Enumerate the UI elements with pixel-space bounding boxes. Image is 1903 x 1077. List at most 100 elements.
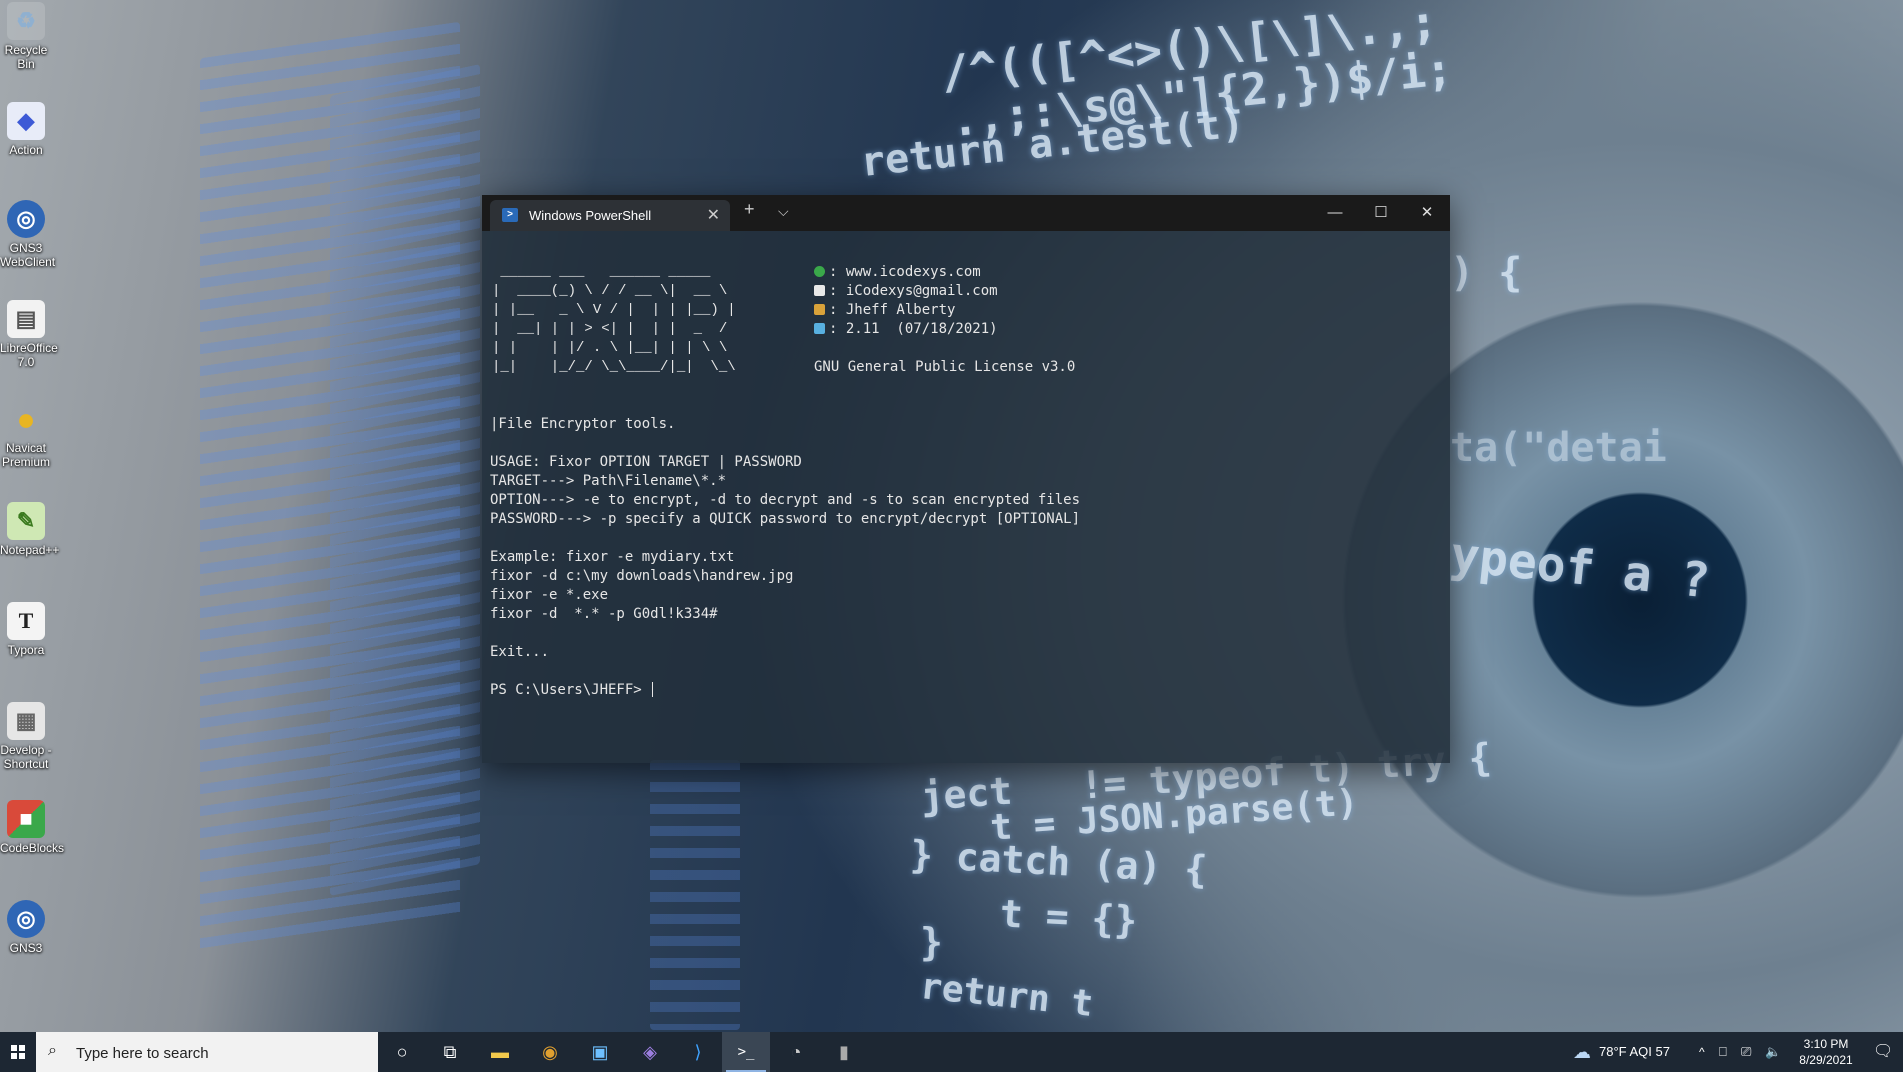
terminal-icon: >_ <box>737 1044 755 1060</box>
taskbar: ⌕ ○ ⧉ ▬ ◉ ▣ ◈ ⟩ >_ ◔ ▮ ☁ 78°F AQI 57 ^ ⎕… <box>0 1032 1903 1072</box>
taskbar-search[interactable]: ⌕ <box>36 1032 378 1072</box>
desktop-icon-typora[interactable]: T Typora <box>0 602 52 657</box>
globe-icon <box>814 266 825 277</box>
background-code: ) { <box>1450 250 1523 296</box>
app-misc-icon: ▮ <box>839 1041 849 1062</box>
chevron-down-icon[interactable]: ⌵ <box>778 203 789 220</box>
taskbar-app-n[interactable]: ▣ <box>576 1032 624 1072</box>
maximize-button[interactable]: ☐ <box>1358 195 1404 231</box>
output-line: fixor -d c:\my downloads\handrew.jpg <box>490 568 794 584</box>
desktop-icon-label: Notepad++ <box>0 543 60 557</box>
notification-icon[interactable]: 🗨 <box>1873 1032 1893 1072</box>
desktop-icon-recycle-bin[interactable]: ♻ Recycle Bin <box>0 2 52 71</box>
close-tab-icon[interactable]: ✕ <box>707 205 720 225</box>
cortana-icon: ○ <box>396 1041 408 1062</box>
document-icon: ▦ <box>7 702 45 740</box>
desktop-icon-libreoffice[interactable]: ▤ LibreOffice 7.0 <box>0 300 58 369</box>
weather-text[interactable]: 78°F AQI 57 <box>1599 1032 1670 1072</box>
taskbar-app-chrome[interactable]: ◉ <box>526 1032 574 1072</box>
taskbar-app-file-explorer[interactable]: ▬ <box>476 1032 524 1072</box>
taskbar-app-misc[interactable]: ▮ <box>820 1032 868 1072</box>
output-line: fixor -d *.* -p G0dl!k334# <box>490 606 718 622</box>
document-icon: ▤ <box>7 300 45 338</box>
output-line: Exit... <box>490 644 550 660</box>
clock[interactable]: 3:10 PM 8/29/2021 <box>1791 1032 1861 1076</box>
background-code: ypeof a ? <box>1447 526 1713 610</box>
output-line: PASSWORD---> -p specify a QUICK password… <box>490 511 1081 527</box>
info-line-website: : www.icodexys.com <box>814 263 1075 282</box>
desktop-icon-label: LibreOffice 7.0 <box>0 341 58 369</box>
output-line: |File Encryptor tools. <box>490 416 676 432</box>
ascii-logo: ______ ___ ______ _____ | ____(_) \ / / … <box>492 264 736 375</box>
action-icon: ◆ <box>7 102 45 140</box>
typora-icon: T <box>7 602 45 640</box>
power-icon[interactable]: ⎕ <box>1719 1032 1727 1072</box>
output-line: Example: fixor -e mydiary.txt <box>490 549 735 565</box>
info-line-version: : 2.11 (07/18/2021) <box>814 320 1075 339</box>
output-line: OPTION---> -e to encrypt, -d to decrypt … <box>490 492 1081 508</box>
powershell-icon: > <box>502 208 518 222</box>
desktop-icon-gns3[interactable]: ◎ GNS3 <box>0 900 52 955</box>
clock-date: 8/29/2021 <box>1799 1053 1853 1067</box>
powershell-window[interactable]: > Windows PowerShell ✕ + ⌵ — ☐ ✕ ______ … <box>482 195 1450 763</box>
desktop: /^(([^<>()\[\]\.,; .,;:\s@\"]{2,})$/i; r… <box>0 0 1903 1032</box>
desktop-icon-label: Action <box>9 143 43 157</box>
taskbar-app-obs[interactable]: ◔ <box>772 1032 820 1072</box>
desktop-icon-label: Navicat Premium <box>1 441 50 469</box>
taskbar-app-vscode[interactable]: ⟩ <box>674 1032 722 1072</box>
start-button[interactable] <box>0 1032 36 1072</box>
volume-icon[interactable]: 🔈 <box>1765 1032 1781 1072</box>
desktop-icon-action[interactable]: ◆ Action <box>0 102 52 157</box>
cloud-icon[interactable]: ☁ <box>1573 1032 1591 1072</box>
clock-time: 3:10 PM <box>1803 1037 1849 1051</box>
gns3-icon: ◎ <box>7 900 45 938</box>
task-view-icon: ⧉ <box>443 1041 457 1062</box>
taskbar-app-visual-studio[interactable]: ◈ <box>626 1032 674 1072</box>
task-view-button[interactable]: ⧉ <box>426 1032 474 1072</box>
notepad-icon: ✎ <box>7 502 45 540</box>
system-tray: ☁ 78°F AQI 57 ^ ⎕ ⎚ 🔈 3:10 PM 8/29/2021 … <box>1563 1032 1903 1072</box>
desktop-icon-develop-shortcut[interactable]: ▦ Develop - Shortcut <box>0 702 52 771</box>
info-block: : www.icodexys.com : iCodexys@gmail.com … <box>814 263 1075 377</box>
cortana-button[interactable]: ○ <box>378 1032 426 1072</box>
prompt-line[interactable]: PS C:\Users\JHEFF> <box>490 681 1080 700</box>
background-code: t = {} <box>998 891 1139 943</box>
close-button[interactable]: ✕ <box>1404 195 1450 231</box>
desktop-icon-notepadpp[interactable]: ✎ Notepad++ <box>0 502 60 557</box>
desktop-icon-label: CodeBlocks <box>0 841 65 855</box>
output-line: fixor -e *.exe <box>490 587 609 603</box>
app-n-icon: ▣ <box>591 1041 609 1062</box>
background-code: ta("detai <box>1450 425 1667 471</box>
output-line: TARGET---> Path\Filename\*.* <box>490 473 727 489</box>
terminal-output[interactable]: ______ ___ ______ _____ | ____(_) \ / / … <box>482 231 1450 763</box>
search-input[interactable] <box>74 1041 368 1065</box>
chart-icon <box>814 323 825 334</box>
output-line: USAGE: Fixor OPTION TARGET | PASSWORD <box>490 454 802 470</box>
background-code: } <box>920 920 943 964</box>
gns3-icon: ◎ <box>7 200 45 238</box>
chevron-up-icon[interactable]: ^ <box>1699 1032 1705 1072</box>
text-cursor <box>652 682 654 697</box>
search-icon: ⌕ <box>48 1042 57 1059</box>
desktop-icon-gns3-webclient[interactable]: ◎ GNS3 WebClient <box>0 200 55 269</box>
navicat-icon: ● <box>16 401 36 437</box>
windows-logo-icon <box>11 1045 25 1059</box>
new-tab-button[interactable]: + <box>744 199 755 220</box>
tab-windows-powershell[interactable]: > Windows PowerShell ✕ <box>490 200 730 231</box>
taskbar-app-terminal[interactable]: >_ <box>722 1032 770 1072</box>
license-text: GNU General Public License v3.0 <box>814 359 1076 375</box>
background-streak <box>330 64 480 896</box>
title-bar[interactable]: > Windows PowerShell ✕ + ⌵ — ☐ ✕ <box>482 195 1450 231</box>
folder-icon: ▬ <box>491 1041 509 1062</box>
obs-icon: ◔ <box>790 1041 802 1062</box>
codeblocks-icon: ■ <box>7 800 45 838</box>
minimize-button[interactable]: — <box>1312 195 1358 231</box>
hammer-icon <box>814 304 825 315</box>
help-text: |File Encryptor tools. USAGE: Fixor OPTI… <box>490 415 1080 700</box>
network-icon[interactable]: ⎚ <box>1741 1032 1751 1072</box>
desktop-icon-navicat[interactable]: ● Navicat Premium <box>0 400 52 469</box>
desktop-icon-codeblocks[interactable]: ■ CodeBlocks <box>0 800 65 855</box>
